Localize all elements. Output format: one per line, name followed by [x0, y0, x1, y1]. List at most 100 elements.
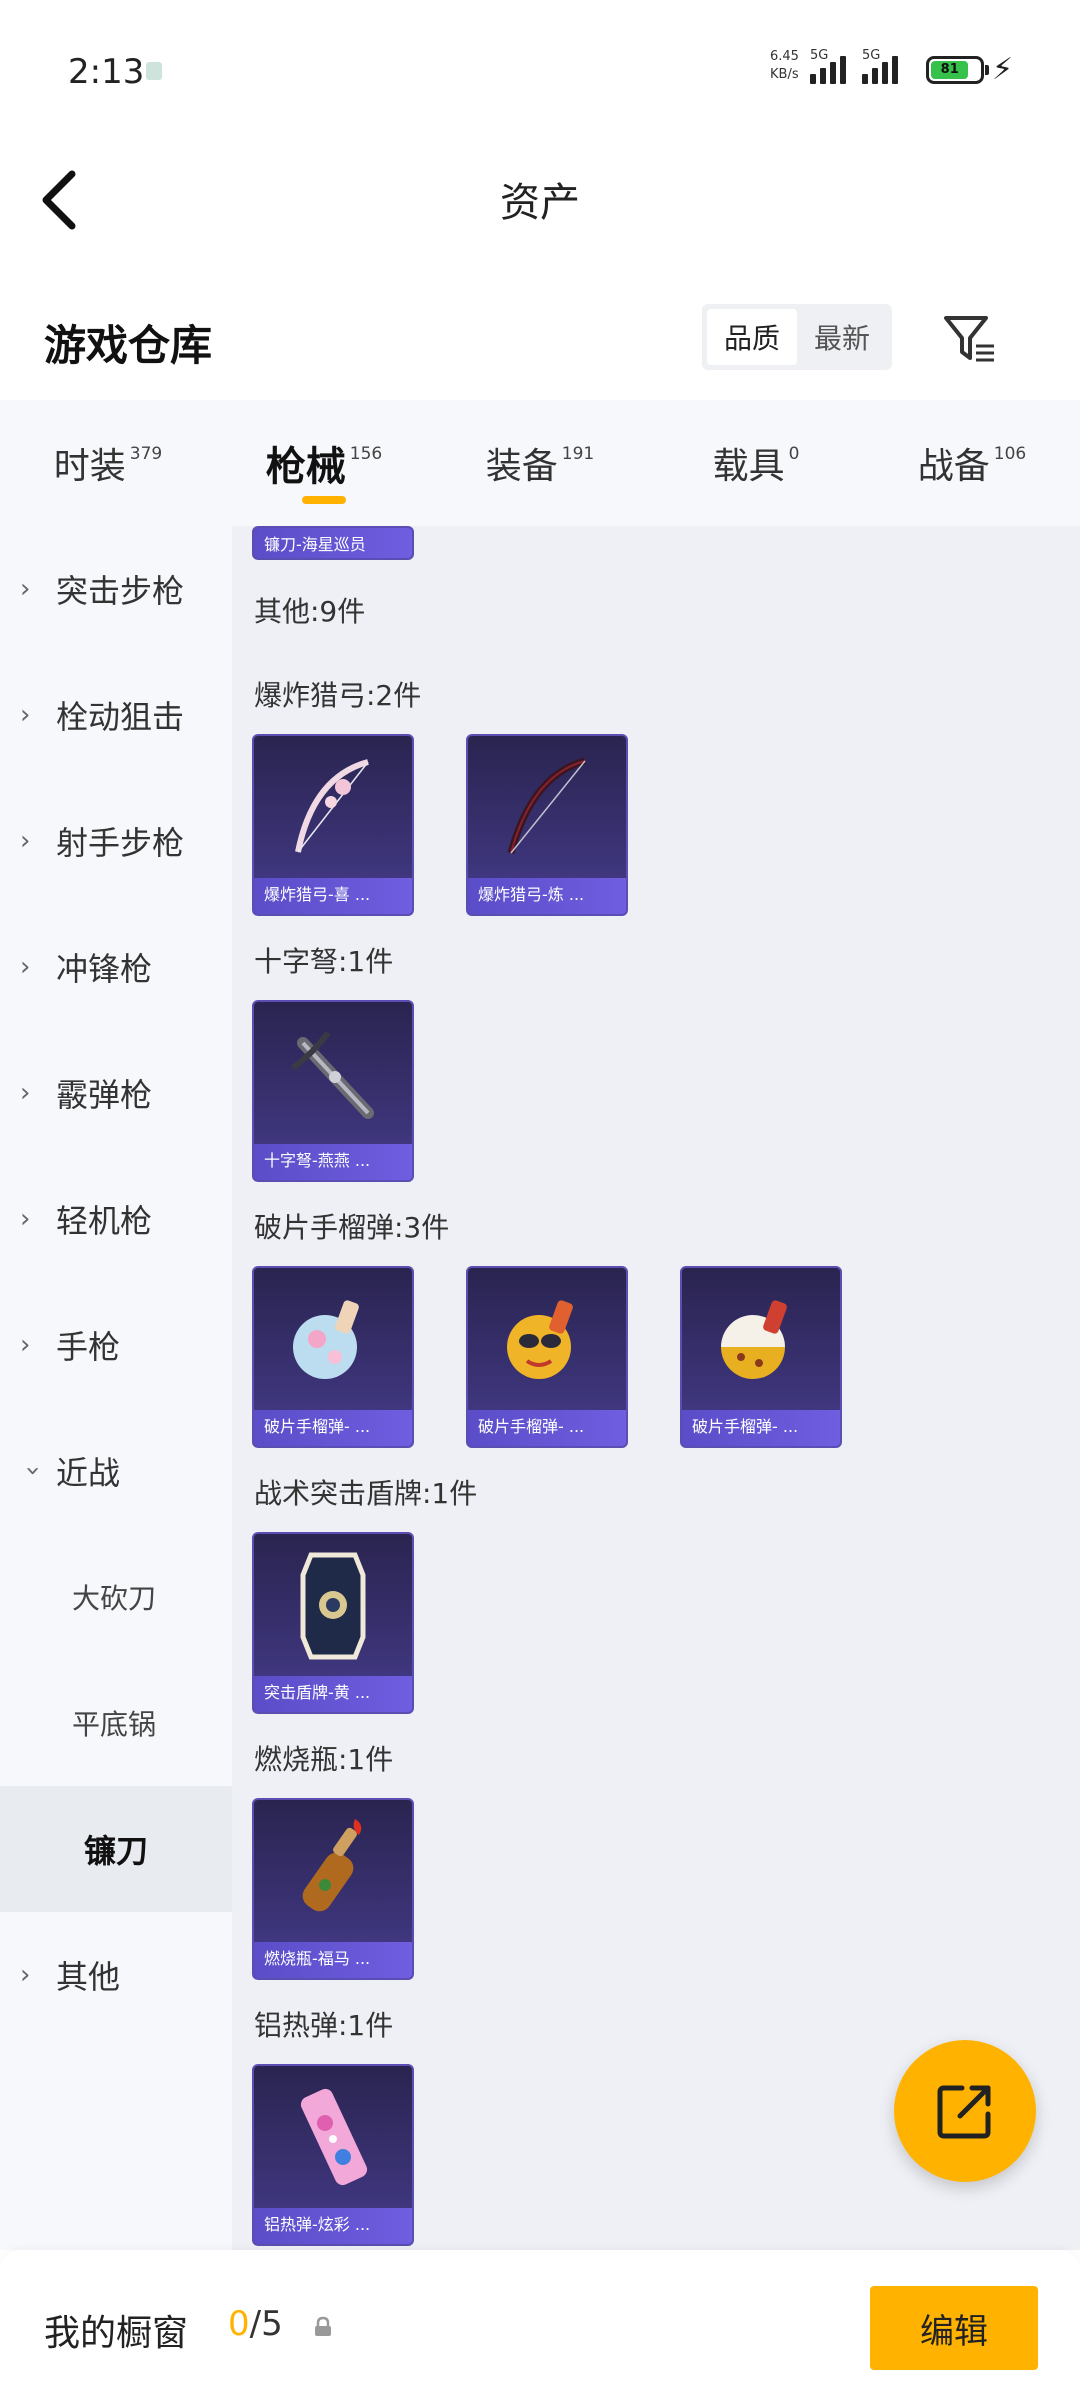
- warehouse-title: 游戏仓库: [44, 321, 213, 370]
- item-card[interactable]: 破片手榴弹- ...: [466, 1266, 628, 1448]
- tab-vehicles[interactable]: 载具 0: [648, 400, 864, 526]
- sidebar-item-label: 大砍刀: [72, 1582, 157, 1615]
- shield-icon: [254, 1534, 412, 1676]
- tab-label: 枪械: [265, 444, 346, 490]
- signal-2-icon: [862, 54, 898, 84]
- title-bar: 资产: [0, 140, 1080, 260]
- sidebar-subitem-frying-pan[interactable]: 平底锅: [0, 1660, 232, 1786]
- tab-count: 0: [788, 444, 800, 464]
- sidebar-item-label: 冲锋枪: [56, 950, 153, 988]
- sidebar-item-bolt-sniper[interactable]: › 栓动狙击: [0, 652, 232, 778]
- edit-button[interactable]: 编辑: [870, 2286, 1038, 2370]
- chevron-right-icon: ›: [20, 826, 31, 856]
- item-card[interactable]: 破片手榴弹- ...: [680, 1266, 842, 1448]
- item-card[interactable]: 铝热弹-炫彩 ...: [252, 2064, 414, 2246]
- sidebar-subitem-sickle[interactable]: 镰刀: [0, 1786, 232, 1912]
- chevron-right-icon: ›: [20, 1330, 31, 1360]
- sort-newest-button[interactable]: 最新: [797, 309, 887, 365]
- external-link-icon: [937, 2085, 991, 2139]
- tab-tactical[interactable]: 战备 106: [864, 400, 1080, 526]
- tab-count: 156: [349, 444, 383, 464]
- item-caption: 镰刀-海星巡员: [254, 528, 412, 558]
- group-label: 铝热弹:1件: [254, 2009, 394, 2042]
- bow-icon: [468, 736, 626, 878]
- item-list: 镰刀-海星巡员 其他:9件 爆炸猎弓:2件 爆炸猎弓-喜 ... 爆炸猎弓-炼 …: [232, 526, 1080, 2250]
- item-caption: 破片手榴弹- ...: [254, 1410, 412, 1446]
- sidebar-item-melee[interactable]: › 近战: [0, 1408, 232, 1534]
- sidebar-subitem-machete[interactable]: 大砍刀: [0, 1534, 232, 1660]
- tab-fashion[interactable]: 时装 379: [0, 400, 216, 526]
- item-caption: 燃烧瓶-福马 ...: [254, 1942, 412, 1978]
- bow-icon: [254, 736, 412, 878]
- tab-label: 装备: [485, 446, 558, 487]
- item-card[interactable]: 十字弩-燕燕 ...: [252, 1000, 414, 1182]
- item-card[interactable]: 燃烧瓶-福马 ...: [252, 1798, 414, 1980]
- sidebar-item-smg[interactable]: › 冲锋枪: [0, 904, 232, 1030]
- crossbow-icon: [254, 1002, 412, 1144]
- sidebar-item-label: 轻机枪: [56, 1202, 153, 1240]
- sort-toggle: 品质 最新: [702, 304, 892, 370]
- network-speed-value: 6.45: [770, 49, 799, 64]
- item-caption: 铝热弹-炫彩 ...: [254, 2208, 412, 2244]
- group-label: 其他:9件: [254, 595, 366, 628]
- tab-label: 时装: [53, 446, 126, 487]
- item-caption: 十字弩-燕燕 ...: [254, 1144, 412, 1180]
- sidebar-item-assault-rifle[interactable]: › 突击步枪: [0, 526, 232, 652]
- sidebar-item-label: 镰刀: [83, 1832, 148, 1870]
- warehouse-header: 游戏仓库 品质 最新: [0, 280, 1080, 400]
- tab-count: 191: [561, 444, 595, 464]
- item-card[interactable]: 镰刀-海星巡员: [252, 526, 414, 560]
- sidebar-item-label: 栓动狙击: [56, 698, 185, 736]
- group-label: 战术突击盾牌:1件: [254, 1477, 478, 1510]
- showcase-count: 0/5: [228, 2304, 283, 2344]
- grenade-icon: [682, 1268, 840, 1410]
- notification-icon: [146, 62, 162, 80]
- item-caption: 爆炸猎弓-喜 ...: [254, 878, 412, 914]
- chevron-right-icon: ›: [20, 574, 31, 604]
- status-bar: 2:13 6.45 KB/s 5G 5G 81 ⚡: [0, 0, 1080, 140]
- chevron-right-icon: ›: [20, 700, 31, 730]
- item-card[interactable]: 突击盾牌-黄 ...: [252, 1532, 414, 1714]
- lock-icon: [315, 2316, 331, 2336]
- chevron-down-icon: ›: [18, 1465, 48, 1477]
- tab-count: 106: [993, 444, 1027, 464]
- showcase-current: 0: [228, 2304, 250, 2344]
- item-caption: 破片手榴弹- ...: [468, 1410, 626, 1446]
- sidebar-item-marksman-rifle[interactable]: › 射手步枪: [0, 778, 232, 904]
- showcase-total: /5: [249, 2304, 283, 2344]
- sidebar-item-label: 其他: [56, 1958, 121, 1996]
- sidebar-item-other[interactable]: › 其他: [0, 1912, 232, 2038]
- grenade-icon: [468, 1268, 626, 1410]
- filter-icon: [944, 316, 994, 362]
- group-label: 燃烧瓶:1件: [254, 1743, 394, 1776]
- tab-firearms[interactable]: 枪械 156: [216, 400, 432, 526]
- item-card[interactable]: 破片手榴弹- ...: [252, 1266, 414, 1448]
- sidebar-item-label: 射手步枪: [56, 824, 185, 862]
- item-card[interactable]: 爆炸猎弓-喜 ...: [252, 734, 414, 916]
- page-title: 资产: [500, 180, 580, 226]
- item-caption: 破片手榴弹- ...: [682, 1410, 840, 1446]
- filter-button[interactable]: [940, 310, 998, 366]
- sidebar-item-label: 霰弹枪: [56, 1076, 153, 1114]
- chevron-right-icon: ›: [20, 1204, 31, 1234]
- sidebar-item-label: 平底锅: [72, 1708, 157, 1741]
- item-caption: 爆炸猎弓-炼 ...: [468, 878, 626, 914]
- chevron-right-icon: ›: [20, 1960, 31, 1990]
- group-label: 爆炸猎弓:2件: [254, 679, 422, 712]
- tab-equipment[interactable]: 装备 191: [432, 400, 648, 526]
- chevron-right-icon: ›: [20, 1078, 31, 1108]
- export-fab-button[interactable]: [894, 2040, 1036, 2182]
- sidebar-item-pistol[interactable]: › 手枪: [0, 1282, 232, 1408]
- sort-quality-button[interactable]: 品质: [707, 309, 797, 365]
- sidebar-item-shotgun[interactable]: › 霰弹枪: [0, 1030, 232, 1156]
- weapon-category-sidebar: › 突击步枪 › 栓动狙击 › 射手步枪 › 冲锋枪 › 霰弹枪 › 轻机枪 ›…: [0, 526, 232, 2250]
- group-label: 破片手榴弹:3件: [254, 1211, 450, 1244]
- group-label: 十字弩:1件: [254, 945, 394, 978]
- sidebar-item-label: 手枪: [56, 1328, 121, 1366]
- sidebar-item-lmg[interactable]: › 轻机枪: [0, 1156, 232, 1282]
- item-card[interactable]: 爆炸猎弓-炼 ...: [466, 734, 628, 916]
- chevron-right-icon: ›: [20, 952, 31, 982]
- sidebar-item-label: 近战: [56, 1454, 121, 1492]
- grenade-icon: [254, 1268, 412, 1410]
- tab-count: 379: [129, 444, 163, 464]
